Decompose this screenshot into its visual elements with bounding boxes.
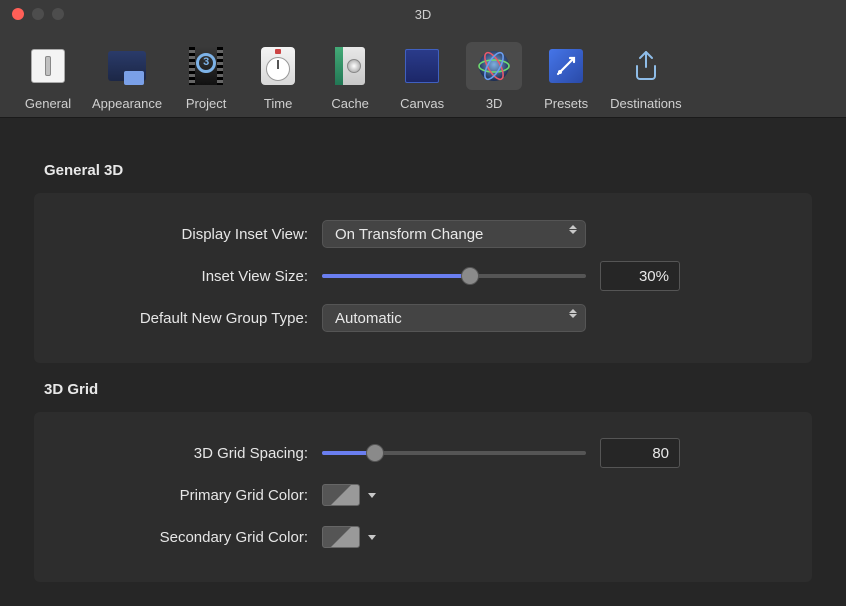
toolbar-item-project[interactable]: 3 Project xyxy=(170,33,242,111)
select-value: Automatic xyxy=(335,310,402,327)
time-icon xyxy=(261,47,295,85)
toolbar-item-label: Appearance xyxy=(92,96,162,111)
color-well-secondary[interactable] xyxy=(322,526,384,548)
select-default-new-group-type[interactable]: Automatic xyxy=(322,304,586,332)
toolbar-item-label: 3D xyxy=(486,96,503,111)
section-title-general-3d: General 3D xyxy=(44,162,812,179)
toolbar-item-cache[interactable]: Cache xyxy=(314,33,386,111)
row-secondary-grid-color: Secondary Grid Color: xyxy=(62,516,784,558)
window-controls xyxy=(12,8,64,20)
row-3d-grid-spacing: 3D Grid Spacing: 80 xyxy=(62,432,784,474)
toolbar-item-label: Presets xyxy=(544,96,588,111)
slider-inset-view-size[interactable] xyxy=(322,266,586,286)
toolbar-item-presets[interactable]: Presets xyxy=(530,33,602,111)
maximize-icon[interactable] xyxy=(52,8,64,20)
section-title-3d-grid: 3D Grid xyxy=(44,381,812,398)
toolbar-item-canvas[interactable]: Canvas xyxy=(386,33,458,111)
toolbar-item-label: Canvas xyxy=(400,96,444,111)
project-icon: 3 xyxy=(189,47,223,85)
toolbar-item-label: Time xyxy=(264,96,292,111)
3d-icon xyxy=(474,46,514,86)
field-inset-view-size[interactable]: 30% xyxy=(600,261,680,291)
row-primary-grid-color: Primary Grid Color: xyxy=(62,474,784,516)
toolbar-item-general[interactable]: General xyxy=(12,33,84,111)
destinations-icon xyxy=(628,48,664,84)
label-inset-view-size: Inset View Size: xyxy=(62,268,322,285)
toolbar-item-label: Destinations xyxy=(610,96,682,111)
label-default-new-group-type: Default New Group Type: xyxy=(62,310,322,327)
minimize-icon[interactable] xyxy=(32,8,44,20)
group-3d-grid: 3D Grid Spacing: 80 Primary Grid Color: xyxy=(34,412,812,582)
chevron-updown-icon xyxy=(569,309,577,318)
toolbar-item-label: Project xyxy=(186,96,226,111)
chevron-updown-icon xyxy=(569,225,577,234)
toolbar-item-destinations[interactable]: Destinations xyxy=(602,33,690,111)
color-well-primary[interactable] xyxy=(322,484,384,506)
slider-3d-grid-spacing[interactable] xyxy=(322,443,586,463)
canvas-icon xyxy=(405,49,439,83)
cache-icon xyxy=(335,47,365,85)
toolbar-item-label: General xyxy=(25,96,71,111)
group-general-3d: Display Inset View: On Transform Change … xyxy=(34,193,812,363)
chevron-down-icon xyxy=(368,535,376,540)
toolbar-item-appearance[interactable]: Appearance xyxy=(84,33,170,111)
chevron-down-icon xyxy=(368,493,376,498)
label-3d-grid-spacing: 3D Grid Spacing: xyxy=(62,445,322,462)
close-icon[interactable] xyxy=(12,8,24,20)
preferences-window: 3D General Appearance 3 Project Time Cac… xyxy=(0,0,846,601)
select-value: On Transform Change xyxy=(335,226,483,243)
toolbar: General Appearance 3 Project Time Cache … xyxy=(0,28,846,118)
toolbar-item-label: Cache xyxy=(331,96,369,111)
label-primary-grid-color: Primary Grid Color: xyxy=(62,487,322,504)
row-default-new-group-type: Default New Group Type: Automatic xyxy=(62,297,784,339)
toolbar-item-3d[interactable]: 3D xyxy=(458,33,530,111)
field-3d-grid-spacing[interactable]: 80 xyxy=(600,438,680,468)
titlebar: 3D xyxy=(0,0,846,28)
color-swatch-icon xyxy=(322,526,360,548)
toolbar-item-time[interactable]: Time xyxy=(242,33,314,111)
general-icon xyxy=(31,49,65,83)
presets-icon xyxy=(549,49,583,83)
row-inset-view-size: Inset View Size: 30% xyxy=(62,255,784,297)
select-display-inset-view[interactable]: On Transform Change xyxy=(322,220,586,248)
content-area: General 3D Display Inset View: On Transf… xyxy=(0,118,846,606)
label-secondary-grid-color: Secondary Grid Color: xyxy=(62,529,322,546)
row-display-inset-view: Display Inset View: On Transform Change xyxy=(62,213,784,255)
color-swatch-icon xyxy=(322,484,360,506)
label-display-inset-view: Display Inset View: xyxy=(62,226,322,243)
appearance-icon xyxy=(108,51,146,81)
window-title: 3D xyxy=(0,7,846,22)
